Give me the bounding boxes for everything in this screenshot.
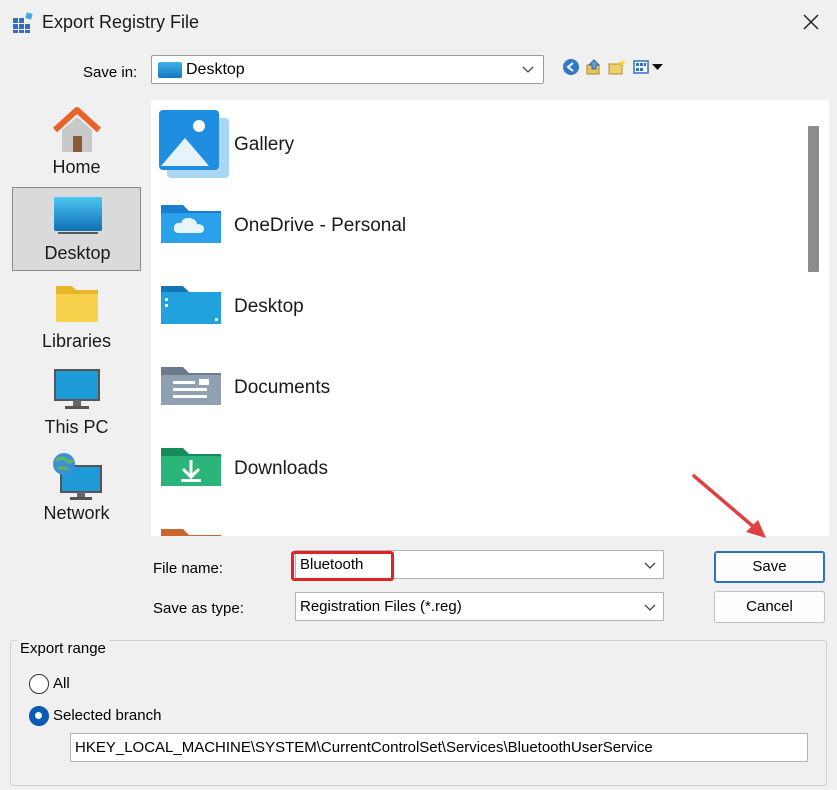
list-item-documents[interactable]: Documents xyxy=(151,343,801,423)
radio-selected-branch[interactable] xyxy=(29,706,49,726)
close-icon[interactable] xyxy=(799,10,823,34)
chevron-down-icon[interactable] xyxy=(643,558,657,572)
place-label: Desktop xyxy=(44,243,111,263)
list-item-gallery[interactable]: Gallery xyxy=(151,100,801,180)
desktop-icon xyxy=(54,197,102,234)
file-name: Desktop xyxy=(234,296,304,317)
annotation-arrow-icon xyxy=(692,474,766,538)
list-item-desktop[interactable]: Desktop xyxy=(151,262,801,342)
radio-all-label: All xyxy=(53,675,70,692)
file-name: Downloads xyxy=(234,458,328,479)
scroll-thumb[interactable] xyxy=(808,126,819,272)
documents-folder-icon xyxy=(161,367,221,405)
radio-selected-branch-label: Selected branch xyxy=(53,707,162,724)
registry-editor-icon xyxy=(13,12,33,33)
save-button[interactable]: Save xyxy=(714,551,825,583)
place-label: Network xyxy=(43,503,110,523)
place-label: Home xyxy=(52,157,101,177)
places-bar: Home Desktop Libraries This PC Network xyxy=(12,100,141,536)
save-as-type-label: Save as type: xyxy=(153,600,244,617)
radio-all[interactable] xyxy=(29,674,49,694)
onedrive-folder-icon xyxy=(161,205,221,243)
file-name-label: File name: xyxy=(153,560,224,577)
place-home[interactable]: Home xyxy=(12,100,141,184)
annotation-highlight-box xyxy=(291,551,394,581)
title-bar: Export Registry File xyxy=(0,0,837,46)
file-name: Documents xyxy=(234,377,331,398)
this-pc-icon xyxy=(54,369,100,409)
export-range-title: Export range xyxy=(17,640,109,657)
file-name: Gallery xyxy=(234,134,295,155)
list-item-onedrive[interactable]: OneDrive - Personal xyxy=(151,181,801,261)
downloads-folder-icon xyxy=(161,448,221,486)
save-as-type-value: Registration Files (*.reg) xyxy=(300,598,462,615)
save-as-type-dropdown[interactable]: Registration Files (*.reg) xyxy=(295,592,664,621)
desktop-icon xyxy=(158,62,182,78)
up-folder-icon[interactable] xyxy=(585,58,603,76)
selected-branch-input[interactable]: HKEY_LOCAL_MACHINE\SYSTEM\CurrentControl… xyxy=(70,733,808,762)
save-in-dropdown[interactable]: Desktop xyxy=(151,55,544,84)
window-title: Export Registry File xyxy=(42,12,200,32)
back-icon[interactable] xyxy=(562,58,580,76)
place-label: This PC xyxy=(44,417,109,437)
home-icon xyxy=(52,107,102,152)
place-desktop[interactable]: Desktop xyxy=(12,187,141,271)
chevron-down-icon xyxy=(522,66,534,73)
network-icon xyxy=(53,453,102,500)
file-name: OneDrive - Personal xyxy=(234,215,407,236)
folder-icon xyxy=(161,529,221,536)
place-network[interactable]: Network xyxy=(12,446,141,530)
place-libraries[interactable]: Libraries xyxy=(12,274,141,358)
chevron-down-icon xyxy=(644,604,656,611)
libraries-icon xyxy=(56,286,98,322)
save-in-label: Save in: xyxy=(83,64,138,81)
desktop-folder-icon xyxy=(161,286,221,324)
view-menu-icon[interactable] xyxy=(632,58,666,76)
place-label: Libraries xyxy=(41,331,112,351)
gallery-icon xyxy=(159,110,229,178)
place-this-pc[interactable]: This PC xyxy=(12,360,141,444)
save-in-value: Desktop xyxy=(186,61,245,78)
cancel-button[interactable]: Cancel xyxy=(714,591,825,623)
new-folder-icon[interactable] xyxy=(608,58,626,76)
selected-branch-value: HKEY_LOCAL_MACHINE\SYSTEM\CurrentControl… xyxy=(75,739,653,756)
